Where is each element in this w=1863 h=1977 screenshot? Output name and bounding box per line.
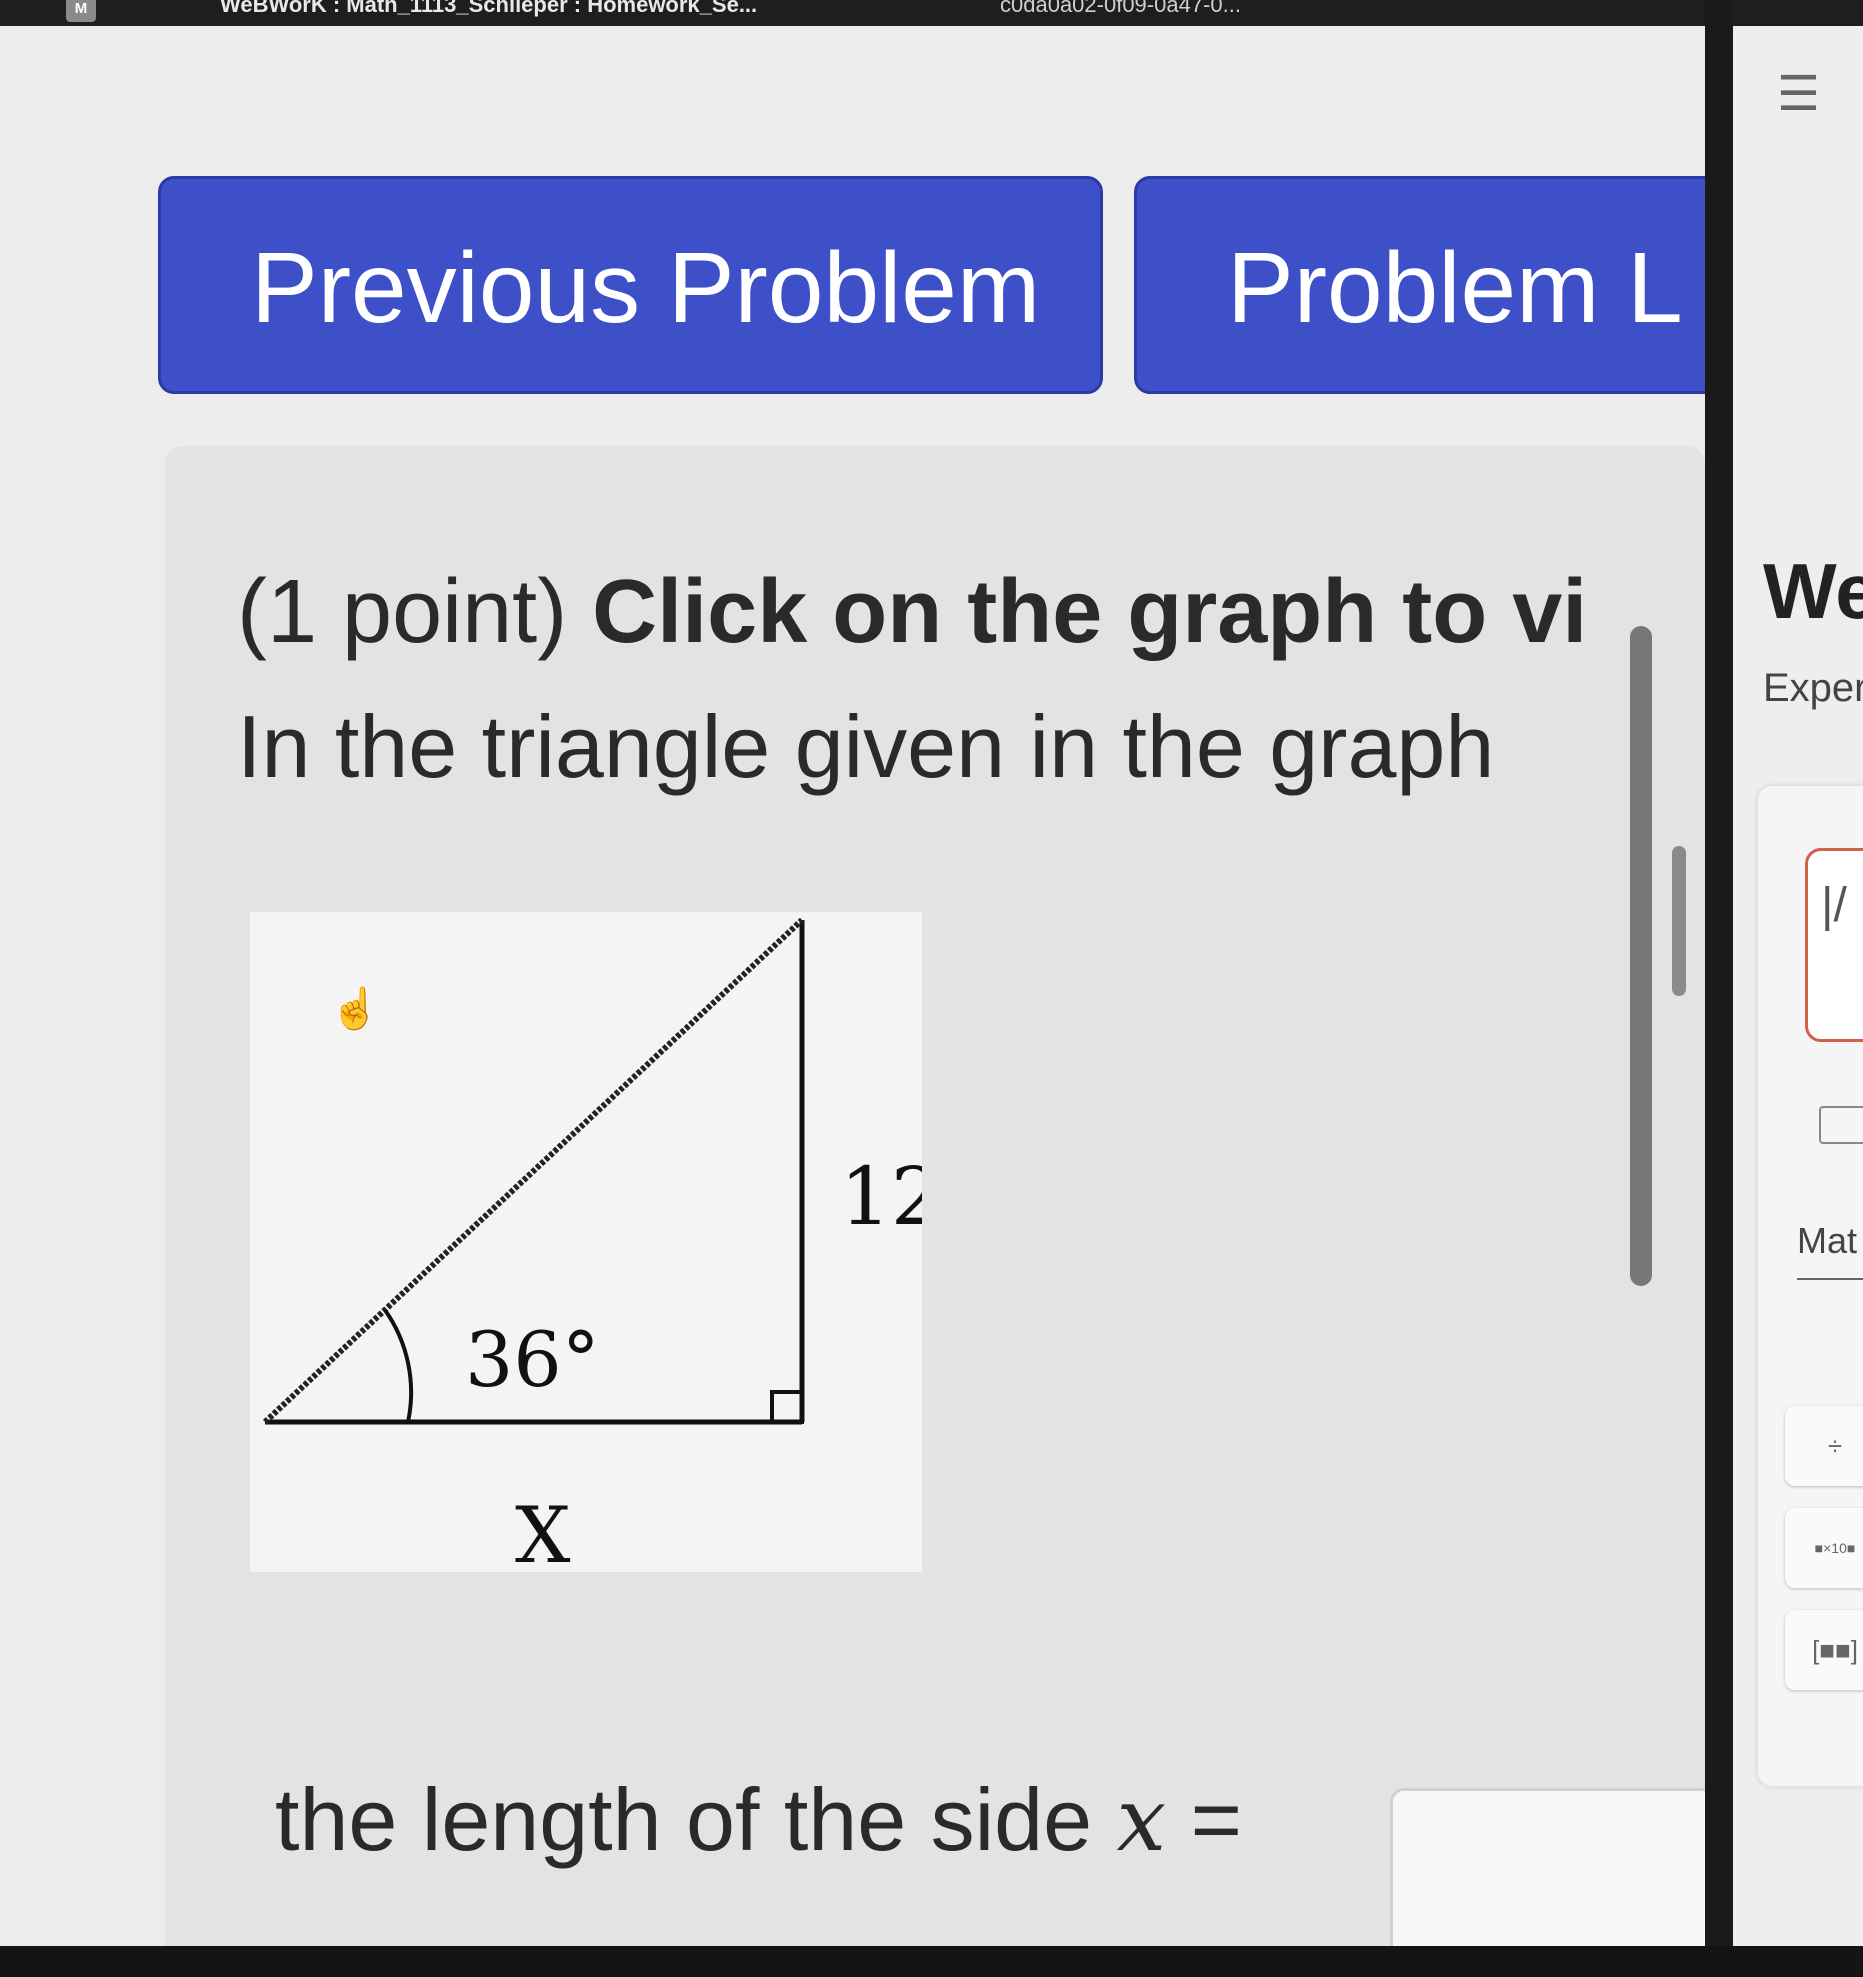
triangle-figure[interactable]: 36° 12 X ☝ (250, 912, 922, 1572)
problem-panel: (1 point) Click on the graph to vi In th… (165, 446, 1705, 1946)
scientific-notation-button[interactable]: ■×10■ (1785, 1508, 1863, 1588)
scrollbar-thumb[interactable] (1630, 626, 1652, 1286)
math-tab-underline (1797, 1278, 1863, 1280)
points-label: (1 point) (237, 562, 593, 662)
side-panel: ☰ We Exper |/ Mat ÷ ■×10■ [■■] (1733, 26, 1863, 1977)
side-input-cursor: |/ (1821, 879, 1847, 932)
side-panel-title: We (1763, 547, 1863, 635)
tab-title-secondary[interactable]: c0da0a02-0f09-0a47-0... (1000, 0, 1241, 18)
angle-label: 36° (465, 1315, 600, 1404)
tab-title[interactable]: WeBWorK : Math_1113_Schlieper : Homework… (220, 0, 757, 18)
angle-arc (383, 1308, 414, 1423)
right-angle-marker (770, 1390, 804, 1424)
previous-problem-button[interactable]: Previous Problem (158, 176, 1103, 394)
window-divider (1705, 0, 1733, 1977)
answer-variable: x (1116, 1768, 1167, 1871)
matrix-button[interactable]: [■■] (1785, 1610, 1863, 1690)
favicon: M (66, 0, 96, 22)
base-label: X (515, 1491, 571, 1572)
image-icon[interactable] (1819, 1106, 1863, 1144)
divide-button[interactable]: ÷ (1785, 1406, 1863, 1486)
browser-tab-strip: M WeBWorK : Math_1113_Schlieper : Homewo… (0, 0, 1863, 26)
math-tab[interactable]: Mat (1797, 1220, 1857, 1262)
side-label: 12 (840, 1150, 922, 1243)
menu-icon[interactable]: ☰ (1777, 66, 1820, 122)
problem-header: (1 point) Click on the graph to vi (237, 561, 1587, 664)
triangle-graph[interactable]: 36° 12 X ☝ (250, 912, 922, 1572)
problem-list-button[interactable]: Problem L (1134, 176, 1705, 394)
hand-cursor-icon: ☝ (330, 984, 380, 1032)
answer-label: the length of the side x = (275, 1768, 1242, 1871)
webwork-page: Previous Problem Problem L (1 point) Cli… (0, 26, 1705, 1946)
answer-input[interactable] (1390, 1788, 1705, 1946)
bottom-bezel (0, 1946, 1863, 1977)
inner-scrollbar-thumb[interactable] (1672, 846, 1686, 996)
side-panel-subtitle: Exper (1763, 666, 1863, 710)
instruction-text: Click on the graph to vi (592, 562, 1588, 662)
problem-statement: In the triangle given in the graph (237, 697, 1495, 796)
